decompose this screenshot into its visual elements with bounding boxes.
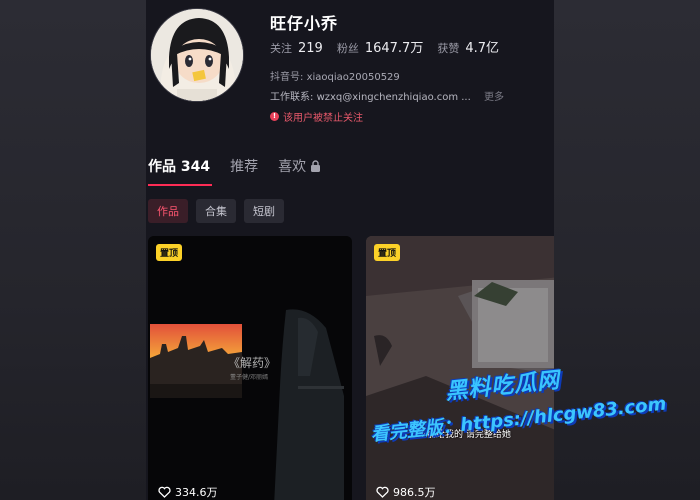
video-likes-count: 986.5万 bbox=[393, 486, 436, 499]
followers-count: 1647.7万 bbox=[364, 41, 424, 56]
likes-stat[interactable]: 获赞 4.7亿 bbox=[437, 37, 499, 56]
profile-stats: 关注 219 粉丝 1647.7万 获赞 4.7亿 bbox=[270, 37, 499, 56]
filter-chips: 作品 合集 短剧 bbox=[148, 199, 284, 223]
ban-notice-text: 该用户被禁止关注 bbox=[283, 113, 363, 124]
followers-stat[interactable]: 粉丝 1647.7万 bbox=[337, 37, 424, 56]
lock-icon bbox=[311, 160, 321, 172]
douyin-id-row[interactable]: 抖音号: xiaoqiao20050529 bbox=[270, 68, 400, 83]
background-left bbox=[0, 0, 146, 500]
more-link[interactable]: 更多 bbox=[484, 92, 504, 103]
video-likes: 986.5万 bbox=[376, 484, 436, 500]
likes-count: 4.7亿 bbox=[465, 41, 500, 56]
profile-tabs: 作品 344 推荐 喜欢 bbox=[148, 156, 321, 176]
contact-value: wzxq@xingchenzhiqiao.com ... bbox=[316, 92, 471, 103]
avatar-illustration bbox=[151, 9, 243, 101]
video-title-overlay: 《解药》 bbox=[228, 356, 277, 370]
contact-row: 工作联系: wzxq@xingchenzhiqiao.com ... 更多 bbox=[270, 88, 504, 103]
video-credit-overlay: 董子健/邓丽嫣 bbox=[230, 374, 269, 381]
chip-works[interactable]: 作品 bbox=[148, 199, 188, 223]
video-likes: 334.6万 bbox=[158, 484, 218, 500]
following-label: 关注 bbox=[270, 42, 292, 55]
profile-nickname: 旺仔小乔 bbox=[270, 14, 339, 33]
pinned-badge: 置顶 bbox=[374, 244, 401, 261]
heart-icon bbox=[158, 486, 171, 498]
warning-icon: ! bbox=[270, 112, 279, 121]
heart-icon bbox=[376, 486, 389, 498]
active-tab-indicator bbox=[148, 184, 212, 186]
following-stat[interactable]: 关注 219 bbox=[270, 40, 323, 56]
tab-recommend-label: 推荐 bbox=[230, 159, 259, 175]
tab-works-label: 作品 344 bbox=[148, 159, 211, 175]
douyin-id-value: xiaoqiao20050529 bbox=[306, 72, 400, 83]
video-likes-count: 334.6万 bbox=[175, 486, 218, 499]
followers-label: 粉丝 bbox=[336, 42, 359, 55]
contact-label: 工作联系: bbox=[270, 92, 314, 103]
chip-collections[interactable]: 合集 bbox=[196, 199, 236, 223]
tab-works[interactable]: 作品 344 bbox=[148, 156, 210, 176]
tab-recommend[interactable]: 推荐 bbox=[230, 156, 258, 176]
video-card[interactable]: 《解药》 董子健/邓丽嫣 置顶 334.6万 bbox=[148, 236, 352, 500]
following-count: 219 bbox=[298, 41, 323, 56]
douyin-id-label: 抖音号: bbox=[270, 72, 304, 83]
likes-label: 获赞 bbox=[437, 42, 460, 55]
ban-notice: ! 该用户被禁止关注 bbox=[270, 109, 363, 124]
avatar[interactable] bbox=[150, 8, 244, 102]
tab-likes-label: 喜欢 bbox=[278, 159, 307, 175]
pinned-badge: 置顶 bbox=[156, 244, 183, 261]
chip-short-dramas[interactable]: 短剧 bbox=[244, 199, 284, 223]
tab-likes[interactable]: 喜欢 bbox=[278, 156, 321, 176]
